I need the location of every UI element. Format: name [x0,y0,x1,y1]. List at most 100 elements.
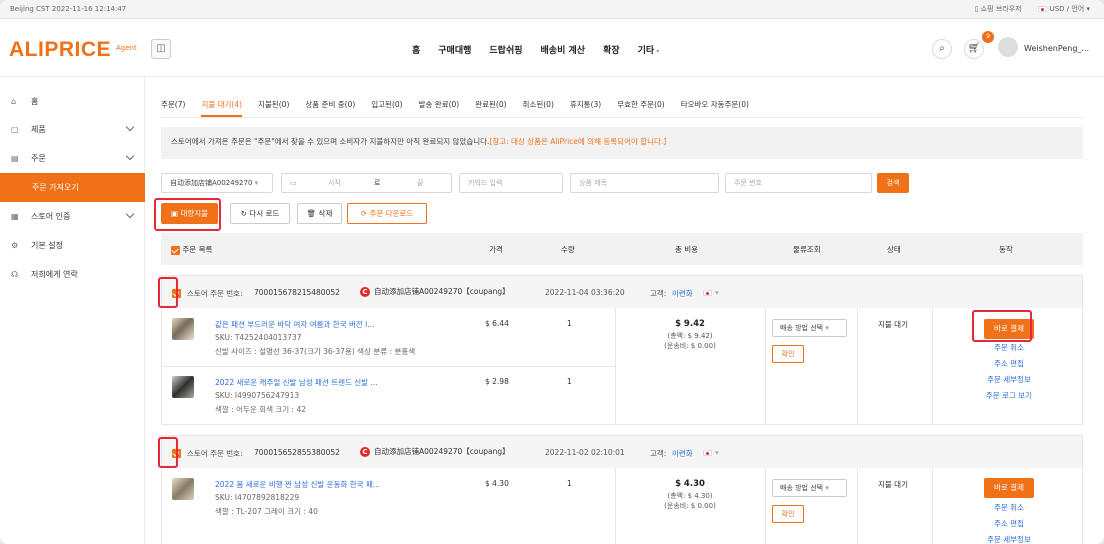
order-log-link[interactable]: 주문 로그 보기 [969,388,1049,404]
sidebar-item-label: 제품 [31,124,46,134]
date-end[interactable]: 끝 [417,174,423,192]
chevron-down-icon: ▾ [715,448,719,457]
total-items: (총액: $ 9.42) [667,332,713,340]
sidebar-item-import-orders[interactable]: 주문 가져오기 [0,173,145,202]
chevron-down-icon: ▾ [715,288,719,297]
reload-button[interactable]: ↻ 다시 로드 [230,203,290,224]
tab-shipped[interactable]: 발송 완료(0) [419,99,460,110]
order-details-link[interactable]: 주문 세부정보 [969,372,1049,388]
sidebar-item-home[interactable]: ⌂ 홈 [0,87,145,115]
sidebar-item-store-auth[interactable]: ▦ 스토어 인증 [0,202,145,230]
product-title-input[interactable]: 상품 제목 [570,173,719,193]
edit-address-link[interactable]: 주소 편집 [969,516,1049,532]
sidebar-item-settings[interactable]: ⚙ 기본 설정 [0,231,145,259]
tab-preparing[interactable]: 상품 준비 중(0) [305,99,355,110]
delete-button[interactable]: 🗑︎ 삭제 [297,203,342,224]
order-details-link[interactable]: 주문 세부정보 [969,532,1049,544]
tab-paid[interactable]: 지불된(0) [258,99,289,110]
shipping-method-select[interactable]: 배송 방법 선택 ▾ [772,479,847,497]
tab-trash[interactable]: 휴지통(3) [570,99,601,110]
product-thumbnail[interactable] [172,376,194,398]
download-orders-button[interactable]: ⟳ 주문 다운로드 [347,203,427,224]
tab-received[interactable]: 입고된(0) [371,99,402,110]
shop-name: 自动添加店铺A00249270【coupang】 [374,287,510,296]
pay-now-button[interactable]: 바로 결제 [984,478,1034,498]
shipping-method-select[interactable]: 배송 방법 선택 ▾ [772,319,847,337]
avatar[interactable] [998,37,1018,57]
search-icon[interactable]: ⌕ [932,39,952,59]
date-range-picker[interactable]: ▭ 시작 로 끝 [281,173,452,193]
order-header: 스토어 주문 번호: 700015678215480052 C 自动添加店铺A00… [162,276,1082,308]
currency-language-selector[interactable]: USD / 언어 ▾ [1037,4,1090,14]
tab-completed[interactable]: 완료된(0) [475,99,506,110]
product-name-link[interactable]: 2022 새로운 캐주얼 신발 남성 패션 트렌드 신발 ... [215,377,378,388]
browser-link[interactable]: ▯ 쇼핑 브라우저 [975,4,1022,14]
sidebar-item-label: 주문 가져오기 [32,183,79,192]
sidebar: ⌂ 홈 ▢ 제품 ▤ 주문 주문 가져오기 ▦ 스토어 인증 ⚙ 기본 설정 ☊ 저희에게 … [0,77,145,544]
notice-highlight: [참고: 대상 상품은 AliPrice에 의해 등록되어야 합니다.] [489,137,667,146]
sidebar-item-label: 기본 설정 [31,240,63,250]
nav-dropshipping[interactable]: 드랍쉬핑 [489,43,522,56]
keyword-input[interactable]: 키워드 입력 [459,173,563,193]
logo[interactable]: ALIPRICE [9,38,111,62]
select-all-checkbox[interactable]: 주문 목록 [171,244,212,255]
shop-name: 自动添加店铺A00249270【coupang】 [374,447,510,456]
header-logistics: 물류조회 [793,245,821,254]
nav-purchase-agent[interactable]: 구매대행 [438,43,471,56]
product-name-link[interactable]: 2022 봄 새로운 비행 짠 남성 신발 운동화 한국 패... [215,479,380,490]
sidebar-item-contact[interactable]: ☊ 저희에게 연락 [0,260,145,288]
header: ALIPRICE Agent ◫ 홈 구매대행 드랍쉬핑 배송비 계산 확장 기… [0,19,1104,77]
row-divider [162,366,615,367]
username[interactable]: WeishenPeng_... [1024,44,1089,53]
product-thumbnail[interactable] [172,318,194,340]
cancel-order-link[interactable]: 주문 취소 [969,340,1049,356]
store-select[interactable]: 自动添加店铺A00249270 ▾ [161,173,273,193]
box-icon: ▢ [11,124,19,134]
product-sku: SKU: I4990756247913 [215,391,300,400]
refresh-icon: ↻ [240,209,247,218]
product-attributes: 색깔 : 어두운 회색 크기 : 42 [215,405,307,414]
order-number-label: 스토어 주문 번호: [187,289,243,298]
customer-name[interactable]: 이련화 [672,448,693,459]
tab-taobao-auto[interactable]: 타오바오 자동주문(0) [681,99,749,110]
item-qty: 1 [567,479,572,488]
header-total: 총 비용 [675,245,699,254]
gear-icon: ⚙ [11,240,19,250]
cart-badge: 9 [982,31,994,43]
product-thumbnail[interactable] [172,478,194,500]
date-separator: 로 [374,179,381,187]
chevron-down-icon: ▾ [254,179,259,187]
nav-more[interactable]: 기타 ▾ [638,43,660,56]
chevron-down-icon: ▾ [825,484,829,492]
app-window: Beijing CST 2022-11-16 12:14:47 ▯ 쇼핑 브라우… [0,0,1104,544]
date-start[interactable]: 시작 [328,174,341,192]
table-header: 주문 목록 가격 수량 총 비용 물류조회 상태 동작 [161,233,1083,265]
highlight-box [158,277,178,308]
chevron-down-icon [125,122,135,132]
tab-awaiting-payment[interactable]: 지불 대기(4) [201,99,242,117]
cancel-order-link[interactable]: 주문 취소 [969,500,1049,516]
customer-name[interactable]: 이련화 [672,288,693,299]
nav-shipping-calc[interactable]: 배송비 계산 [541,43,586,56]
shop-tag: C 自动添加店铺A00249270【coupang】 [360,446,510,457]
sidebar-item-label: 저희에게 연락 [31,269,78,279]
nav-home[interactable]: 홈 [412,43,420,56]
coupang-icon: C [360,447,370,457]
shop-tag: C 自动添加店铺A00249270【coupang】 [360,286,510,297]
cart-icon[interactable]: 🛒︎ [964,39,984,59]
search-button[interactable]: 검색 [877,173,909,193]
confirm-button[interactable]: 확인 [772,345,804,363]
sidebar-item-products[interactable]: ▢ 제품 [0,115,145,143]
nav-extension[interactable]: 확장 [603,43,620,56]
order-number-input[interactable]: 주문 번호 [725,173,872,193]
sidebar-item-orders[interactable]: ▤ 주문 [0,144,145,172]
sidebar-item-label: 스토어 인증 [31,211,71,221]
tab-invalid[interactable]: 무효한 주문(0) [617,99,665,110]
confirm-button[interactable]: 확인 [772,505,804,523]
tab-cancelled[interactable]: 취소된(0) [523,99,554,110]
notice-banner: 스토어에서 가져온 주문은 "주문"에서 찾을 수 있으며 소비자가 지불하지만… [161,127,1083,159]
tab-all[interactable]: 주문(7) [161,99,185,110]
edit-address-link[interactable]: 주소 편집 [969,356,1049,372]
sidebar-toggle-icon[interactable]: ◫ [151,39,171,59]
product-name-link[interactable]: 같은 패션 부드러운 바닥 여자 여름과 한국 버전 l... [215,319,374,330]
